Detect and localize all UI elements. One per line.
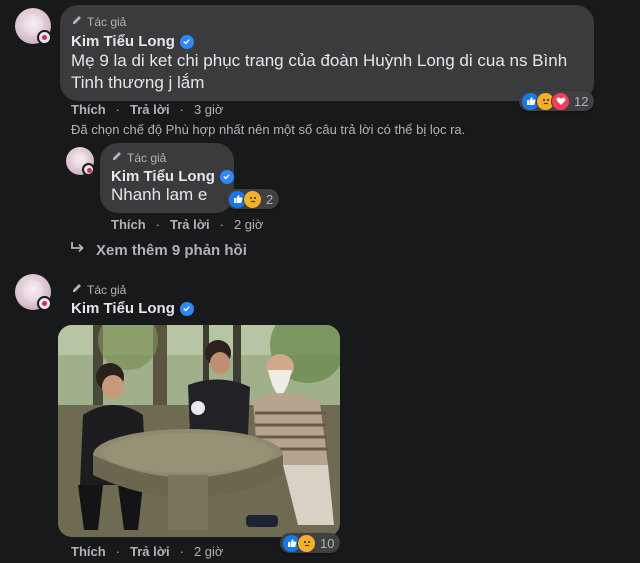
author-tag: Tác giả (71, 282, 126, 297)
photo-comment-actions: Thích · Trả lời · 2 giờ (71, 544, 224, 559)
reply-actions: Thích · Trả lời · 2 giờ (111, 217, 264, 232)
author-tag-label: Tác giả (87, 14, 127, 29)
author-tag: Tác giả (111, 150, 166, 165)
reply-link[interactable]: Trả lời (130, 102, 170, 117)
avatar[interactable] (15, 274, 52, 311)
reaction-count: 10 (320, 535, 335, 551)
timestamp[interactable]: 2 giờ (234, 217, 264, 232)
verified-icon (219, 169, 234, 184)
pencil-icon (71, 282, 83, 297)
author-name[interactable]: Kim Tiểu Long (71, 300, 194, 317)
sad-reaction-icon (297, 533, 316, 553)
reply-link[interactable]: Trả lời (130, 544, 170, 559)
reaction-summary[interactable]: 2 (226, 189, 280, 209)
comment-photo[interactable] (58, 325, 340, 537)
verified-icon (179, 301, 194, 316)
author-tag: Tác giả (71, 14, 126, 29)
comment-actions: Thích · Trả lời · 3 giờ (71, 102, 224, 117)
like-link[interactable]: Thích (71, 544, 106, 559)
reply-arrow-icon (70, 241, 86, 259)
avatar[interactable] (15, 8, 52, 45)
author-name[interactable]: Kim Tiểu Long (71, 33, 194, 50)
timestamp[interactable]: 2 giờ (194, 544, 224, 559)
filter-note: Đã chọn chế độ Phù hợp nhất nên một số c… (71, 122, 466, 137)
reply-text: Nhanh lam e (111, 185, 208, 204)
photo-scene (58, 325, 340, 537)
love-reaction-icon (551, 91, 570, 111)
reaction-summary[interactable]: 12 (519, 91, 595, 111)
reply-link[interactable]: Trả lời (170, 217, 210, 232)
timestamp[interactable]: 3 giờ (194, 102, 224, 117)
reaction-count: 2 (266, 191, 274, 207)
like-link[interactable]: Thích (111, 217, 146, 232)
like-link[interactable]: Thích (71, 102, 106, 117)
pencil-icon (71, 14, 83, 29)
verified-icon (179, 34, 194, 49)
pencil-icon (111, 150, 123, 165)
sad-reaction-icon (243, 189, 262, 209)
avatar[interactable] (66, 147, 95, 176)
reaction-count: 12 (574, 93, 589, 109)
reaction-summary[interactable]: 10 (280, 533, 341, 553)
view-more-replies[interactable]: Xem thêm 9 phản hồi (70, 241, 247, 259)
author-name[interactable]: Kim Tiểu Long (111, 168, 234, 185)
comment-text: Mẹ 9 la di ket chi phục trang của đoàn H… (71, 51, 568, 92)
